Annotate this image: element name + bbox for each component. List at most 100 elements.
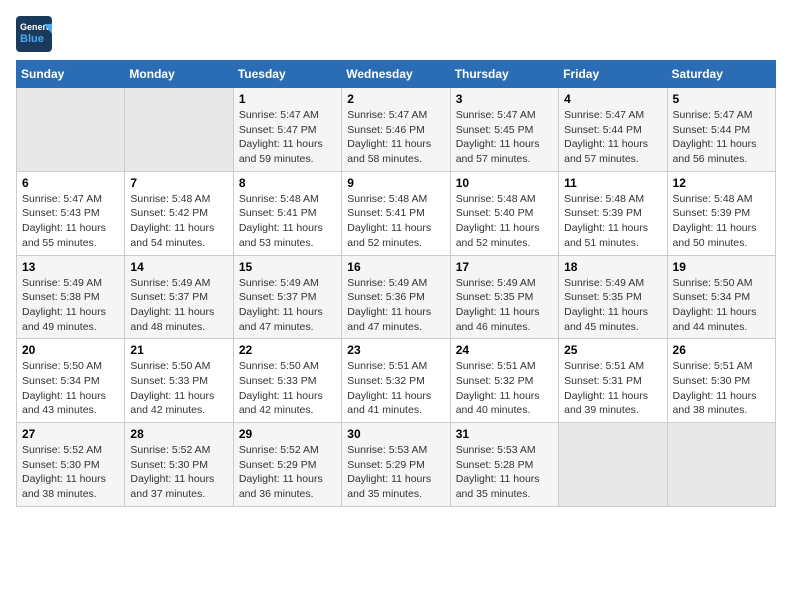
day-detail: Sunrise: 5:53 AM Sunset: 5:29 PM Dayligh… — [347, 443, 444, 502]
day-detail: Sunrise: 5:50 AM Sunset: 5:33 PM Dayligh… — [239, 359, 336, 418]
calendar-cell — [17, 88, 125, 172]
calendar-cell: 11 Sunrise: 5:48 AM Sunset: 5:39 PM Dayli… — [559, 171, 667, 255]
calendar-cell: 12 Sunrise: 5:48 AM Sunset: 5:39 PM Dayli… — [667, 171, 775, 255]
day-detail: Sunrise: 5:51 AM Sunset: 5:32 PM Dayligh… — [347, 359, 444, 418]
svg-text:Blue: Blue — [20, 33, 44, 45]
day-number: 21 — [130, 343, 227, 357]
day-number: 18 — [564, 260, 661, 274]
calendar-cell: 26 Sunrise: 5:51 AM Sunset: 5:30 PM Dayli… — [667, 339, 775, 423]
day-detail: Sunrise: 5:47 AM Sunset: 5:47 PM Dayligh… — [239, 108, 336, 167]
day-number: 24 — [456, 343, 553, 357]
calendar-cell: 15 Sunrise: 5:49 AM Sunset: 5:37 PM Dayli… — [233, 255, 341, 339]
day-detail: Sunrise: 5:49 AM Sunset: 5:37 PM Dayligh… — [239, 276, 336, 335]
day-detail: Sunrise: 5:52 AM Sunset: 5:29 PM Dayligh… — [239, 443, 336, 502]
day-number: 17 — [456, 260, 553, 274]
calendar-cell: 29 Sunrise: 5:52 AM Sunset: 5:29 PM Dayli… — [233, 423, 341, 507]
day-number: 20 — [22, 343, 119, 357]
calendar-cell: 23 Sunrise: 5:51 AM Sunset: 5:32 PM Dayli… — [342, 339, 450, 423]
logo: General Blue — [16, 16, 52, 52]
calendar-week-5: 27 Sunrise: 5:52 AM Sunset: 5:30 PM Dayli… — [17, 423, 776, 507]
day-detail: Sunrise: 5:47 AM Sunset: 5:43 PM Dayligh… — [22, 192, 119, 251]
calendar-cell: 25Sunrise: 5:51 AM Sunset: 5:31 PM Dayli… — [559, 339, 667, 423]
calendar-cell: 8 Sunrise: 5:48 AM Sunset: 5:41 PM Daylig… — [233, 171, 341, 255]
day-number: 28 — [130, 427, 227, 441]
day-number: 11 — [564, 176, 661, 190]
day-number: 3 — [456, 92, 553, 106]
calendar-header: SundayMondayTuesdayWednesdayThursdayFrid… — [17, 61, 776, 88]
calendar-cell: 6 Sunrise: 5:47 AM Sunset: 5:43 PM Daylig… — [17, 171, 125, 255]
day-number: 19 — [673, 260, 770, 274]
day-number: 16 — [347, 260, 444, 274]
day-number: 12 — [673, 176, 770, 190]
day-number: 13 — [22, 260, 119, 274]
day-detail: Sunrise: 5:49 AM Sunset: 5:35 PM Dayligh… — [564, 276, 661, 335]
day-number: 30 — [347, 427, 444, 441]
day-number: 6 — [22, 176, 119, 190]
day-detail: Sunrise: 5:49 AM Sunset: 5:36 PM Dayligh… — [347, 276, 444, 335]
day-detail: Sunrise: 5:47 AM Sunset: 5:44 PM Dayligh… — [673, 108, 770, 167]
calendar-cell: 3 Sunrise: 5:47 AM Sunset: 5:45 PM Daylig… — [450, 88, 558, 172]
calendar-cell: 13 Sunrise: 5:49 AM Sunset: 5:38 PM Dayli… — [17, 255, 125, 339]
calendar-cell: 16 Sunrise: 5:49 AM Sunset: 5:36 PM Dayli… — [342, 255, 450, 339]
day-detail: Sunrise: 5:51 AM Sunset: 5:32 PM Dayligh… — [456, 359, 553, 418]
calendar-week-4: 20 Sunrise: 5:50 AM Sunset: 5:34 PM Dayli… — [17, 339, 776, 423]
day-number: 27 — [22, 427, 119, 441]
day-detail: Sunrise: 5:51 AM Sunset: 5:31 PM Dayligh… — [564, 359, 661, 418]
calendar-cell — [559, 423, 667, 507]
day-number: 26 — [673, 343, 770, 357]
weekday-header-sunday: Sunday — [17, 61, 125, 88]
day-number: 8 — [239, 176, 336, 190]
day-detail: Sunrise: 5:53 AM Sunset: 5:28 PM Dayligh… — [456, 443, 553, 502]
day-number: 10 — [456, 176, 553, 190]
day-detail: Sunrise: 5:50 AM Sunset: 5:33 PM Dayligh… — [130, 359, 227, 418]
day-number: 15 — [239, 260, 336, 274]
calendar-cell: 9Sunrise: 5:48 AM Sunset: 5:41 PM Daylig… — [342, 171, 450, 255]
day-detail: Sunrise: 5:48 AM Sunset: 5:40 PM Dayligh… — [456, 192, 553, 251]
calendar-week-2: 6 Sunrise: 5:47 AM Sunset: 5:43 PM Daylig… — [17, 171, 776, 255]
day-number: 9 — [347, 176, 444, 190]
day-detail: Sunrise: 5:49 AM Sunset: 5:37 PM Dayligh… — [130, 276, 227, 335]
day-number: 5 — [673, 92, 770, 106]
day-number: 4 — [564, 92, 661, 106]
calendar-cell — [667, 423, 775, 507]
calendar-cell: 1 Sunrise: 5:47 AM Sunset: 5:47 PM Daylig… — [233, 88, 341, 172]
day-number: 23 — [347, 343, 444, 357]
weekday-header-tuesday: Tuesday — [233, 61, 341, 88]
day-detail: Sunrise: 5:47 AM Sunset: 5:44 PM Dayligh… — [564, 108, 661, 167]
day-detail: Sunrise: 5:50 AM Sunset: 5:34 PM Dayligh… — [22, 359, 119, 418]
day-detail: Sunrise: 5:51 AM Sunset: 5:30 PM Dayligh… — [673, 359, 770, 418]
day-number: 31 — [456, 427, 553, 441]
calendar-cell: 10 Sunrise: 5:48 AM Sunset: 5:40 PM Dayli… — [450, 171, 558, 255]
calendar-cell: 30 Sunrise: 5:53 AM Sunset: 5:29 PM Dayli… — [342, 423, 450, 507]
calendar-cell: 14Sunrise: 5:49 AM Sunset: 5:37 PM Dayli… — [125, 255, 233, 339]
calendar-cell: 27 Sunrise: 5:52 AM Sunset: 5:30 PM Dayli… — [17, 423, 125, 507]
calendar-cell: 22Sunrise: 5:50 AM Sunset: 5:33 PM Dayli… — [233, 339, 341, 423]
weekday-header-monday: Monday — [125, 61, 233, 88]
day-detail: Sunrise: 5:52 AM Sunset: 5:30 PM Dayligh… — [22, 443, 119, 502]
weekday-header-row: SundayMondayTuesdayWednesdayThursdayFrid… — [17, 61, 776, 88]
weekday-header-wednesday: Wednesday — [342, 61, 450, 88]
day-detail: Sunrise: 5:52 AM Sunset: 5:30 PM Dayligh… — [130, 443, 227, 502]
calendar-cell: 5 Sunrise: 5:47 AM Sunset: 5:44 PM Daylig… — [667, 88, 775, 172]
day-detail: Sunrise: 5:47 AM Sunset: 5:45 PM Dayligh… — [456, 108, 553, 167]
day-detail: Sunrise: 5:48 AM Sunset: 5:39 PM Dayligh… — [564, 192, 661, 251]
day-detail: Sunrise: 5:48 AM Sunset: 5:39 PM Dayligh… — [673, 192, 770, 251]
calendar-cell: 31 Sunrise: 5:53 AM Sunset: 5:28 PM Dayli… — [450, 423, 558, 507]
calendar-cell: 19 Sunrise: 5:50 AM Sunset: 5:34 PM Dayli… — [667, 255, 775, 339]
day-number: 29 — [239, 427, 336, 441]
day-number: 1 — [239, 92, 336, 106]
calendar-cell: 28 Sunrise: 5:52 AM Sunset: 5:30 PM Dayli… — [125, 423, 233, 507]
day-detail: Sunrise: 5:50 AM Sunset: 5:34 PM Dayligh… — [673, 276, 770, 335]
calendar-cell: 24 Sunrise: 5:51 AM Sunset: 5:32 PM Dayli… — [450, 339, 558, 423]
calendar-cell: 4 Sunrise: 5:47 AM Sunset: 5:44 PM Daylig… — [559, 88, 667, 172]
day-detail: Sunrise: 5:48 AM Sunset: 5:41 PM Dayligh… — [239, 192, 336, 251]
calendar-body: 1 Sunrise: 5:47 AM Sunset: 5:47 PM Daylig… — [17, 88, 776, 507]
calendar-cell: 18 Sunrise: 5:49 AM Sunset: 5:35 PM Dayli… — [559, 255, 667, 339]
calendar-cell — [125, 88, 233, 172]
day-detail: Sunrise: 5:48 AM Sunset: 5:42 PM Dayligh… — [130, 192, 227, 251]
calendar-cell: 21 Sunrise: 5:50 AM Sunset: 5:33 PM Dayli… — [125, 339, 233, 423]
calendar-cell: 17Sunrise: 5:49 AM Sunset: 5:35 PM Dayli… — [450, 255, 558, 339]
weekday-header-friday: Friday — [559, 61, 667, 88]
calendar-week-1: 1 Sunrise: 5:47 AM Sunset: 5:47 PM Daylig… — [17, 88, 776, 172]
day-detail: Sunrise: 5:49 AM Sunset: 5:38 PM Dayligh… — [22, 276, 119, 335]
